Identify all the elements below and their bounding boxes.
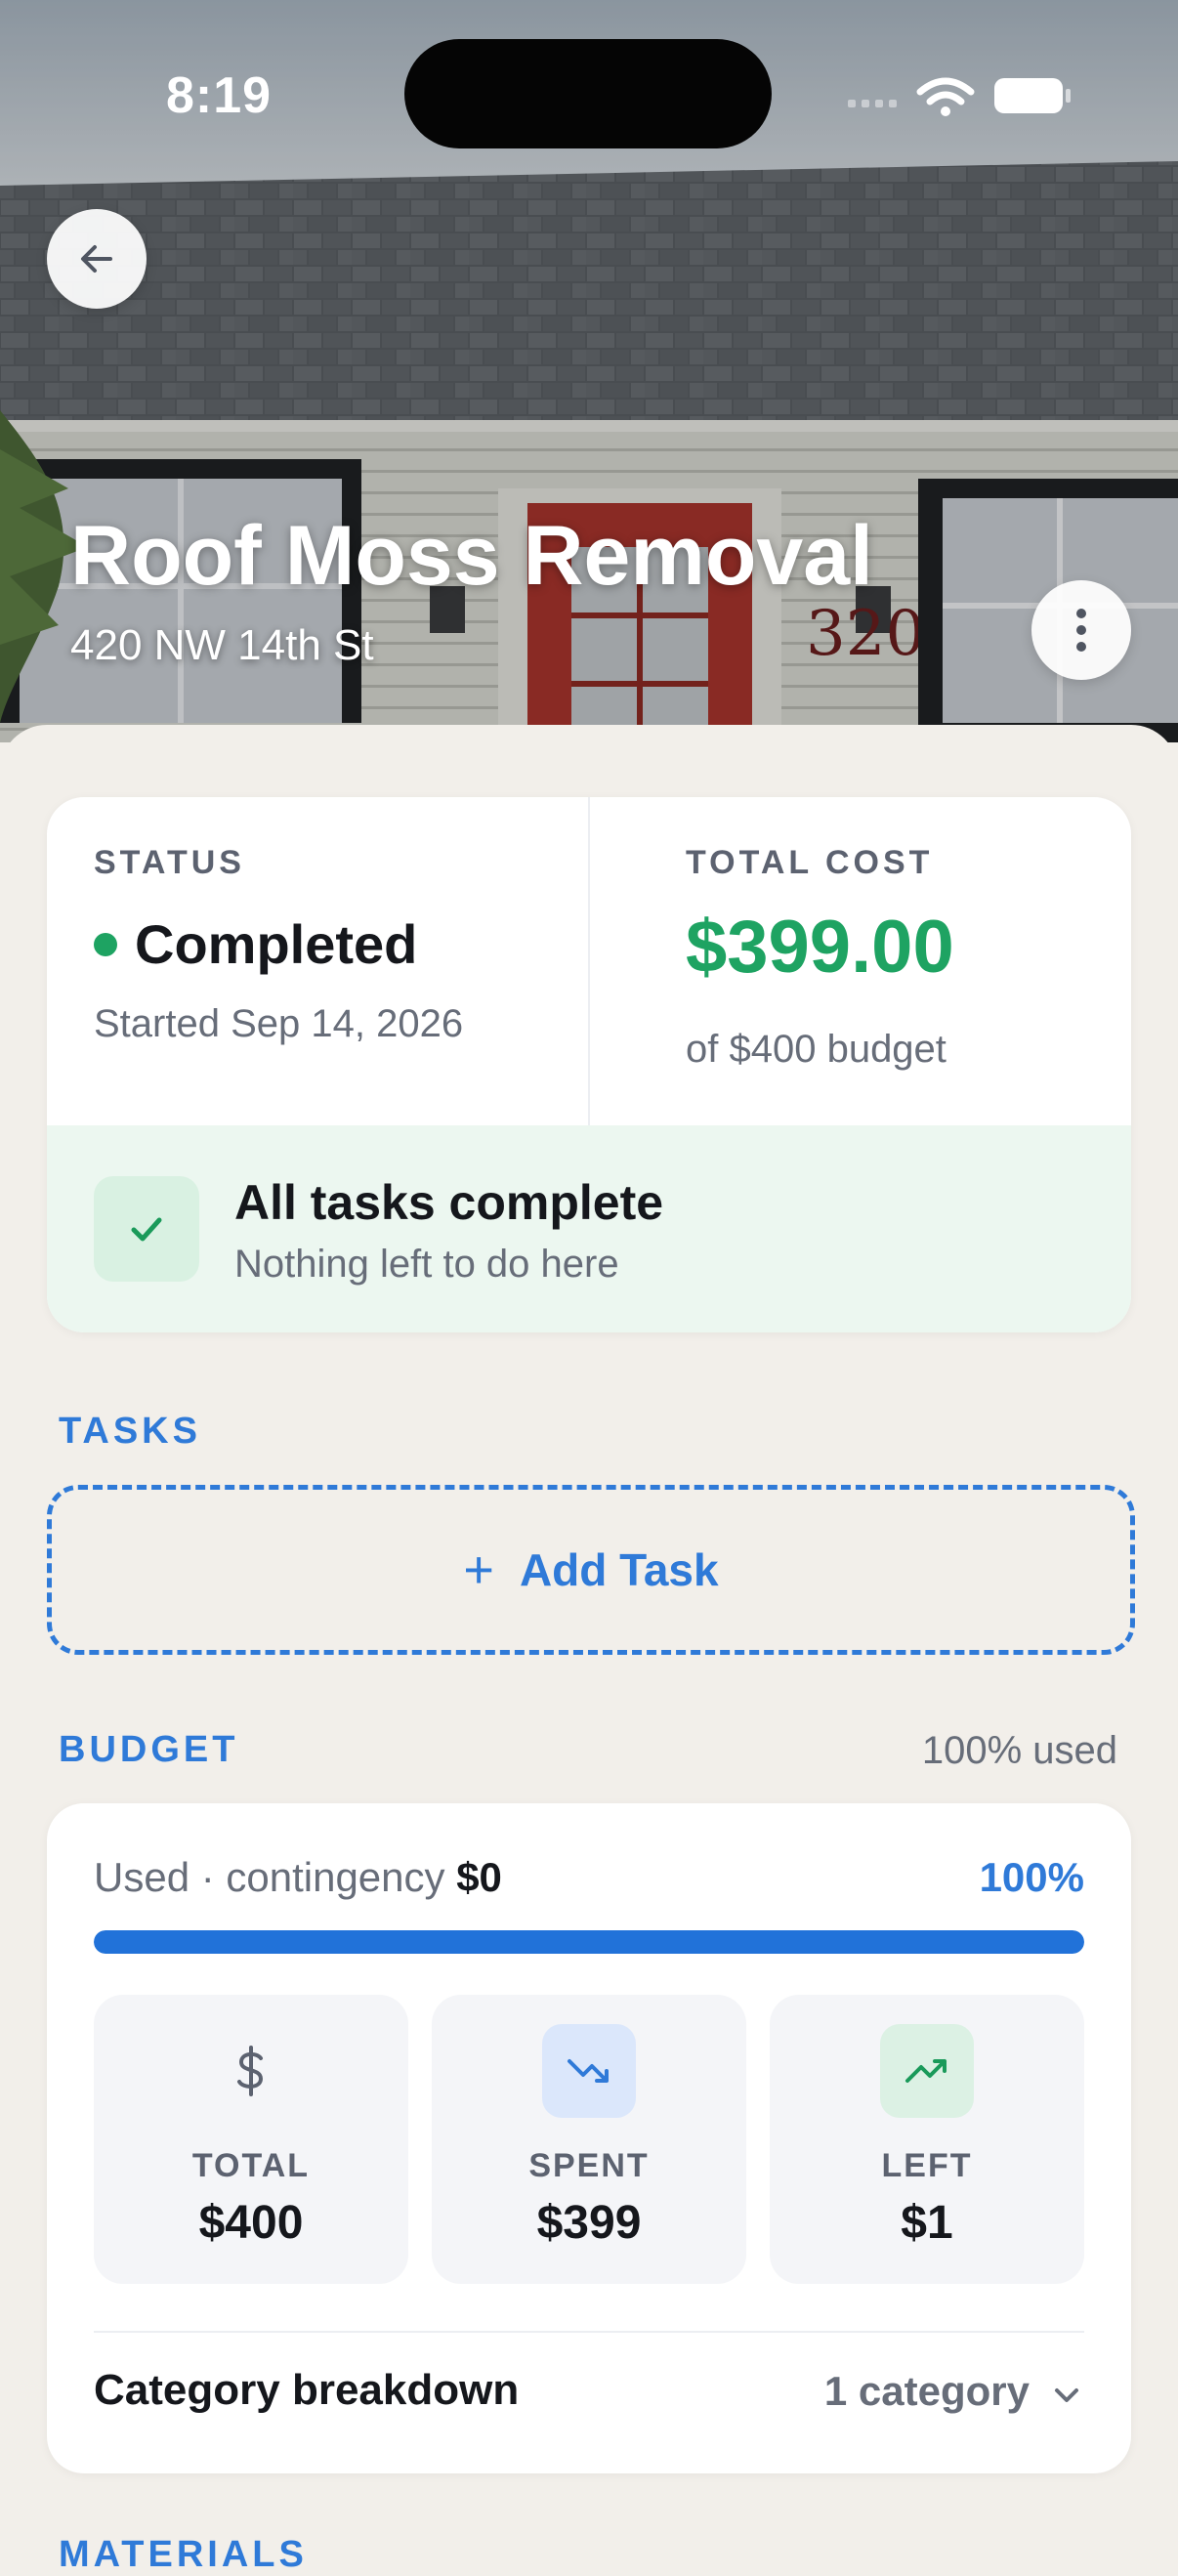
signal-icon [848,100,897,107]
stat-spent-value: $399 [536,2197,642,2249]
add-task-button[interactable]: + Add Task [47,1485,1135,1655]
category-count[interactable]: 1 category [824,2368,1030,2415]
stat-spent-label: SPENT [528,2147,650,2184]
arrow-left-icon [81,245,112,273]
stat-total-value: $400 [198,2197,304,2249]
materials-section-title: MATERIALS [59,2534,308,2575]
project-title: Roof Moss Removal [70,509,873,603]
contingency-amount: $0 [456,1854,502,1900]
divider [94,2331,1084,2333]
battery-icon [994,78,1071,113]
check-badge [94,1176,199,1282]
stat-left: LEFT $1 [770,1995,1084,2284]
stat-left-label: LEFT [881,2147,973,2184]
status-value: Completed [135,913,418,975]
stat-left-value: $1 [901,2197,953,2249]
budget-used-summary: 100% used [921,1729,1117,1772]
cost-label: TOTAL COST [686,844,934,881]
plus-icon: + [463,1541,494,1599]
budget-section-title: BUDGET [59,1729,239,1770]
status-row: Completed [94,912,417,976]
add-task-label: Add Task [519,1544,719,1595]
start-date: Started Sep 14, 2026 [94,1002,464,1045]
budget-progress-bar [94,1930,1084,1954]
trending-up-icon [880,2024,974,2118]
contingency-line: Used · contingency $0 [94,1854,502,1901]
more-vertical-icon [1076,609,1086,652]
contingency-prefix: Used · contingency [94,1854,445,1900]
budget-progress-fill [94,1930,1084,1954]
budget-percent: 100% [979,1854,1084,1900]
project-address: 420 NW 14th St [70,621,374,669]
budget-card: Used · contingency $0 100% TOTAL $400 SP… [47,1803,1131,2473]
dynamic-island [404,39,772,148]
status-label: STATUS [94,844,245,881]
clock: 8:19 [166,67,273,124]
tasks-complete-banner: All tasks complete Nothing left to do he… [47,1125,1131,1332]
summary-card: STATUS Completed Started Sep 14, 2026 TO… [47,797,1131,1332]
hero-image: 320 8:19 [0,0,1178,742]
check-icon [131,1217,162,1242]
status-dot-icon [94,932,117,956]
status-section: STATUS Completed Started Sep 14, 2026 [47,797,588,1125]
category-breakdown-title[interactable]: Category breakdown [94,2366,519,2415]
chevron-down-icon[interactable] [1049,2378,1084,2413]
complete-subtitle: Nothing left to do here [234,1243,619,1286]
budget-note: of $400 budget [686,1028,947,1071]
dollar-icon [204,2024,298,2118]
status-icons [848,77,1071,116]
stat-total-label: TOTAL [191,2147,311,2184]
wifi-icon [916,77,975,116]
total-cost: $399.00 [686,906,954,989]
trending-down-icon [542,2024,636,2118]
tasks-section-title: TASKS [59,1411,201,1452]
stat-total: TOTAL $400 [94,1995,408,2284]
more-options-button[interactable] [1031,580,1131,680]
cost-section: TOTAL COST $399.00 of $400 budget [590,797,1131,1125]
back-button[interactable] [47,209,147,309]
status-bar: 8:19 [0,0,1178,176]
stat-spent: SPENT $399 [432,1995,746,2284]
complete-title: All tasks complete [234,1175,664,1230]
